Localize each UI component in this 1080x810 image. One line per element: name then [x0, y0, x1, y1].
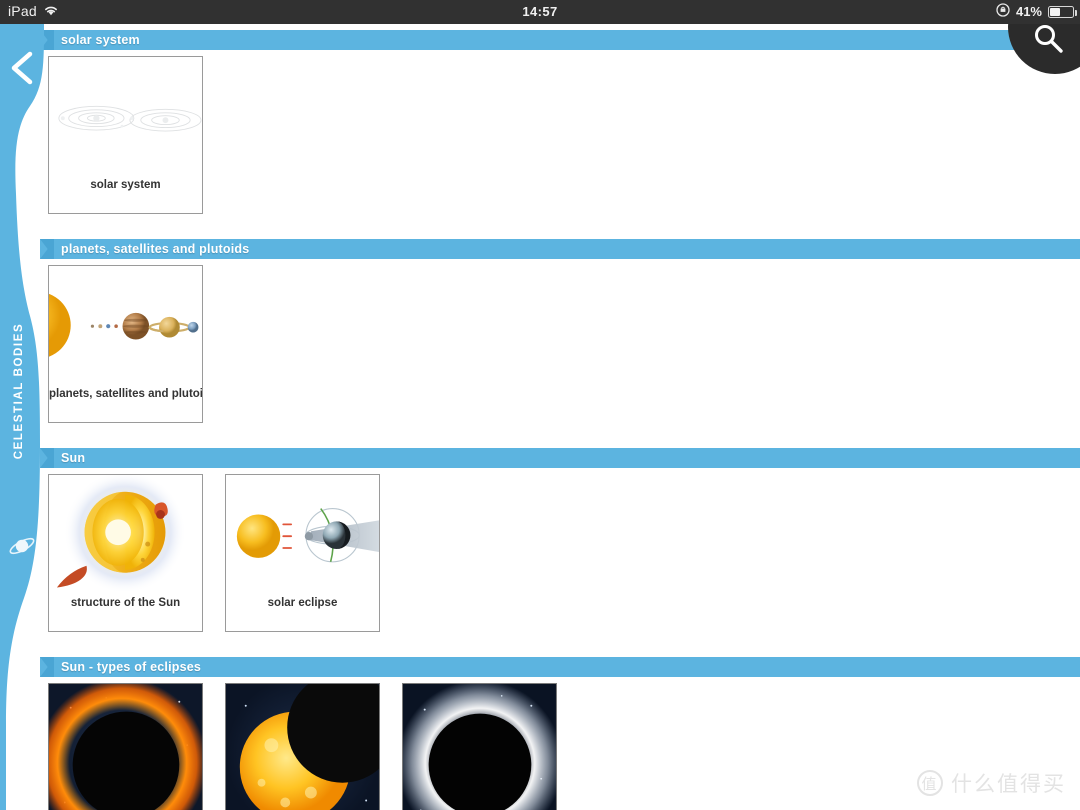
content-area: solar system solar system planets, satel…	[0, 24, 1080, 810]
card-eclipse-partial[interactable]	[225, 683, 380, 810]
card-caption: solar system	[90, 179, 161, 191]
card-row: structure of the Sun solar eclipse	[48, 474, 380, 632]
card-planets-satellites-plutoids[interactable]: planets, satellites and plutoids	[48, 265, 203, 423]
section-header: Sun - types of eclipses	[40, 657, 1080, 677]
card-caption: structure of the Sun	[70, 597, 181, 609]
section-title: planets, satellites and plutoids	[61, 242, 250, 256]
status-bar-clock: 14:57	[522, 4, 558, 19]
chevron-left-icon	[11, 51, 33, 85]
card-thumbnail	[403, 684, 556, 810]
card-thumbnail	[226, 475, 379, 599]
section-header: planets, satellites and plutoids	[40, 239, 1080, 259]
partial-eclipse-photo	[226, 684, 379, 810]
sun-structure-illustration	[56, 475, 187, 594]
card-row	[48, 683, 557, 810]
status-bar-right: 41%	[996, 3, 1077, 20]
card-thumbnail	[49, 684, 202, 810]
section-sun: Sun structure of the Sun solar eclipse	[0, 448, 1080, 632]
card-thumbnail	[49, 475, 202, 599]
card-thumbnail	[49, 57, 202, 181]
rotation-lock-icon	[996, 3, 1010, 20]
solar-eclipse-illustration	[236, 508, 379, 563]
card-solar-eclipse[interactable]: solar eclipse	[225, 474, 380, 632]
card-eclipse-total[interactable]	[402, 683, 557, 810]
card-eclipse-annular[interactable]	[48, 683, 203, 810]
back-button[interactable]	[6, 48, 38, 88]
section-eclipse-types: Sun - types of eclipses	[0, 657, 1080, 810]
card-caption: planets, satellites and plutoids	[49, 388, 202, 400]
app-root: iPad 14:57 41% solar system solar system…	[0, 0, 1080, 810]
watermark-text: 什么值得买	[951, 772, 1066, 796]
sidebar: CELESTIAL BODIES	[0, 24, 46, 810]
section-header: Sun	[40, 448, 1080, 468]
section-planets: planets, satellites and plutoids planets…	[0, 239, 1080, 423]
total-eclipse-photo	[403, 684, 556, 810]
status-bar: iPad 14:57 41%	[0, 0, 1080, 24]
ringed-planet-icon[interactable]	[8, 532, 36, 560]
card-thumbnail	[49, 266, 202, 390]
battery-percent: 41%	[1015, 4, 1042, 19]
battery-icon	[1048, 5, 1077, 18]
sidebar-title: CELESTIAL BODIES	[13, 322, 25, 460]
section-header: solar system	[40, 30, 1080, 50]
card-solar-system[interactable]: solar system	[48, 56, 203, 214]
section-title: solar system	[61, 33, 140, 47]
section-title: Sun	[61, 451, 86, 465]
card-row: solar system	[48, 56, 203, 214]
search-icon	[1035, 25, 1063, 53]
card-row: planets, satellites and plutoids	[48, 265, 203, 423]
battery-fill	[1050, 7, 1060, 16]
annular-eclipse-photo	[49, 684, 202, 810]
card-thumbnail	[226, 684, 379, 810]
section-solar-system: solar system solar system	[0, 30, 1080, 214]
orbits-illustration	[58, 105, 202, 132]
card-caption: solar eclipse	[267, 597, 338, 609]
section-title: Sun - types of eclipses	[61, 660, 202, 674]
planets-row-illustration	[49, 293, 199, 357]
card-structure-of-the-sun[interactable]: structure of the Sun	[48, 474, 203, 632]
watermark-mark: 值	[917, 770, 943, 796]
watermark: 值 什么值得买	[917, 768, 1066, 798]
